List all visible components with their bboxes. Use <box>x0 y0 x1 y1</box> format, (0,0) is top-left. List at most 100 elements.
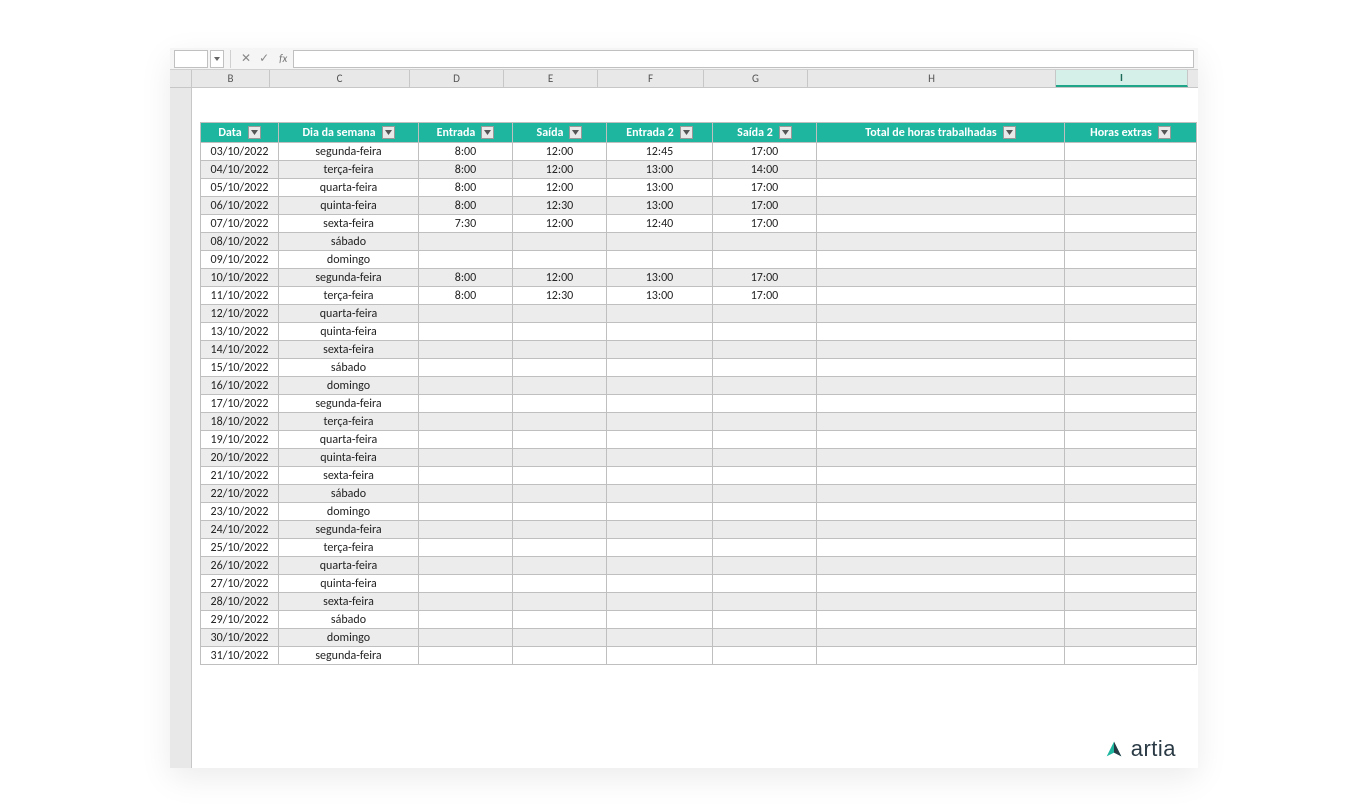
th-data[interactable]: Data <box>201 123 279 143</box>
cell-H[interactable] <box>817 377 1065 395</box>
cell-C[interactable]: segunda-feira <box>279 269 419 287</box>
cell-H[interactable] <box>817 269 1065 287</box>
cell-I[interactable] <box>1065 323 1197 341</box>
cell-F[interactable] <box>607 251 713 269</box>
cell-B[interactable]: 08/10/2022 <box>201 233 279 251</box>
cell-I[interactable] <box>1065 341 1197 359</box>
cell-I[interactable] <box>1065 629 1197 647</box>
cell-C[interactable]: sábado <box>279 359 419 377</box>
cell-C[interactable]: sábado <box>279 611 419 629</box>
cell-B[interactable]: 06/10/2022 <box>201 197 279 215</box>
cell-I[interactable] <box>1065 611 1197 629</box>
cell-F[interactable]: 13:00 <box>607 269 713 287</box>
cell-E[interactable] <box>513 467 607 485</box>
cell-C[interactable]: quarta-feira <box>279 305 419 323</box>
fx-icon[interactable]: fx <box>273 52 293 65</box>
cell-F[interactable] <box>607 611 713 629</box>
cell-C[interactable]: quinta-feira <box>279 575 419 593</box>
cell-F[interactable] <box>607 539 713 557</box>
cell-B[interactable]: 04/10/2022 <box>201 161 279 179</box>
cell-C[interactable]: quinta-feira <box>279 323 419 341</box>
cell-C[interactable]: terça-feira <box>279 413 419 431</box>
cell-E[interactable]: 12:00 <box>513 161 607 179</box>
cell-E[interactable] <box>513 305 607 323</box>
cell-G[interactable] <box>713 647 817 665</box>
cell-E[interactable] <box>513 431 607 449</box>
cell-G[interactable]: 17:00 <box>713 215 817 233</box>
th-dia-semana[interactable]: Dia da semana <box>279 123 419 143</box>
cell-B[interactable]: 30/10/2022 <box>201 629 279 647</box>
cell-E[interactable]: 12:00 <box>513 215 607 233</box>
cell-B[interactable]: 15/10/2022 <box>201 359 279 377</box>
cell-B[interactable]: 03/10/2022 <box>201 143 279 161</box>
cell-B[interactable]: 29/10/2022 <box>201 611 279 629</box>
cell-I[interactable] <box>1065 593 1197 611</box>
cell-E[interactable] <box>513 341 607 359</box>
cell-G[interactable] <box>713 629 817 647</box>
cell-B[interactable]: 17/10/2022 <box>201 395 279 413</box>
cell-F[interactable]: 12:45 <box>607 143 713 161</box>
cell-B[interactable]: 23/10/2022 <box>201 503 279 521</box>
cell-F[interactable] <box>607 593 713 611</box>
cell-G[interactable] <box>713 485 817 503</box>
cell-D[interactable] <box>419 539 513 557</box>
cell-H[interactable] <box>817 197 1065 215</box>
cell-I[interactable] <box>1065 485 1197 503</box>
th-entrada[interactable]: Entrada <box>419 123 513 143</box>
filter-dropdown-icon[interactable] <box>382 126 395 139</box>
cell-I[interactable] <box>1065 251 1197 269</box>
cell-G[interactable] <box>713 341 817 359</box>
cell-H[interactable] <box>817 179 1065 197</box>
cell-B[interactable]: 28/10/2022 <box>201 593 279 611</box>
cell-B[interactable]: 11/10/2022 <box>201 287 279 305</box>
cell-G[interactable]: 17:00 <box>713 197 817 215</box>
cell-F[interactable] <box>607 233 713 251</box>
filter-dropdown-icon[interactable] <box>1003 126 1016 139</box>
cell-B[interactable]: 31/10/2022 <box>201 647 279 665</box>
cell-F[interactable]: 13:00 <box>607 179 713 197</box>
cell-E[interactable] <box>513 629 607 647</box>
cell-C[interactable]: sexta-feira <box>279 341 419 359</box>
cell-H[interactable] <box>817 467 1065 485</box>
cell-F[interactable]: 13:00 <box>607 197 713 215</box>
cell-I[interactable] <box>1065 161 1197 179</box>
cell-G[interactable] <box>713 539 817 557</box>
cell-I[interactable] <box>1065 413 1197 431</box>
filter-dropdown-icon[interactable] <box>569 126 582 139</box>
cell-E[interactable] <box>513 611 607 629</box>
th-total-horas[interactable]: Total de horas trabalhadas <box>817 123 1065 143</box>
cell-I[interactable] <box>1065 305 1197 323</box>
cell-D[interactable] <box>419 323 513 341</box>
cell-I[interactable] <box>1065 359 1197 377</box>
cell-G[interactable] <box>713 413 817 431</box>
row-header-gutter[interactable] <box>170 88 192 768</box>
cell-G[interactable] <box>713 503 817 521</box>
cell-E[interactable] <box>513 647 607 665</box>
col-header-F[interactable]: F <box>598 70 704 87</box>
cell-I[interactable] <box>1065 449 1197 467</box>
cell-D[interactable] <box>419 233 513 251</box>
cell-E[interactable]: 12:30 <box>513 197 607 215</box>
cell-C[interactable]: domingo <box>279 377 419 395</box>
formula-input[interactable] <box>293 50 1194 68</box>
cell-H[interactable] <box>817 449 1065 467</box>
cell-F[interactable] <box>607 341 713 359</box>
cell-E[interactable] <box>513 359 607 377</box>
cell-H[interactable] <box>817 287 1065 305</box>
cell-I[interactable] <box>1065 287 1197 305</box>
cell-D[interactable] <box>419 467 513 485</box>
cell-C[interactable]: domingo <box>279 251 419 269</box>
cell-G[interactable] <box>713 449 817 467</box>
filter-dropdown-icon[interactable] <box>1158 126 1171 139</box>
cell-F[interactable] <box>607 305 713 323</box>
cell-F[interactable] <box>607 413 713 431</box>
cell-I[interactable] <box>1065 179 1197 197</box>
cell-I[interactable] <box>1065 521 1197 539</box>
cell-F[interactable] <box>607 647 713 665</box>
cell-G[interactable] <box>713 395 817 413</box>
cell-B[interactable]: 25/10/2022 <box>201 539 279 557</box>
cell-D[interactable] <box>419 359 513 377</box>
cell-I[interactable] <box>1065 557 1197 575</box>
cell-I[interactable] <box>1065 539 1197 557</box>
cell-E[interactable] <box>513 413 607 431</box>
